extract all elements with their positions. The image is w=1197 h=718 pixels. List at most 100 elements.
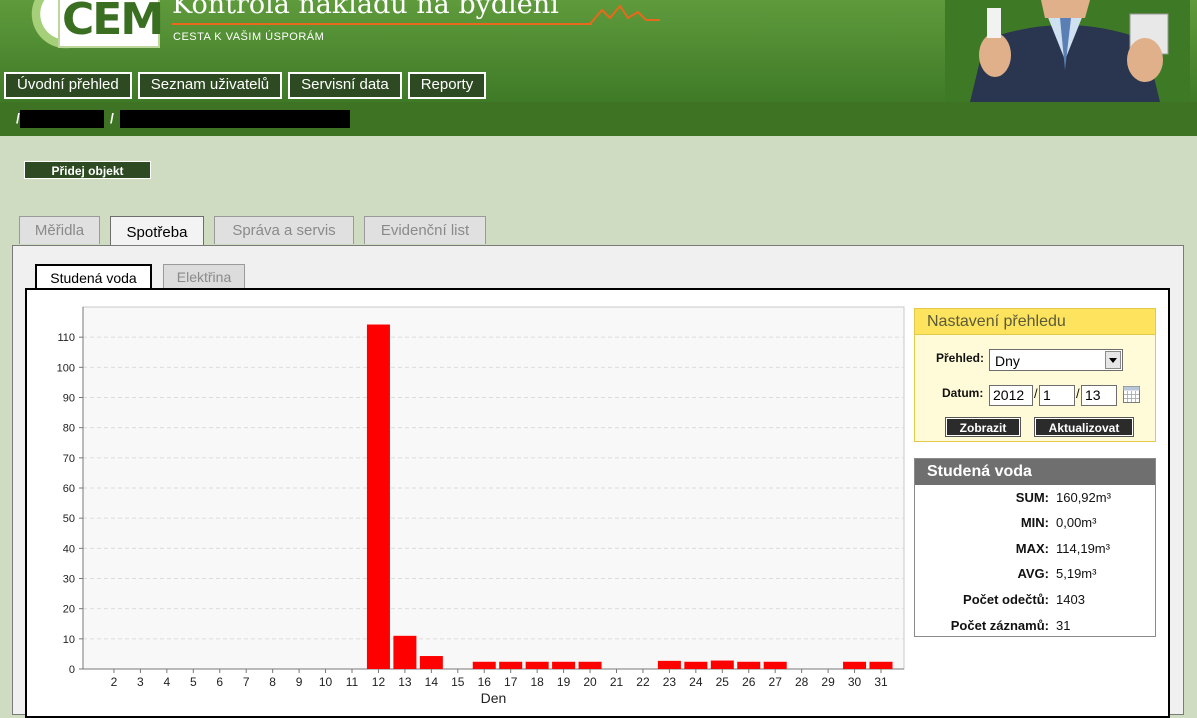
refresh-button[interactable]: Aktualizovat — [1034, 417, 1134, 437]
nav-users[interactable]: Seznam uživatelů — [137, 72, 283, 99]
x-tick-label: 31 — [874, 675, 888, 689]
x-tick-label: 25 — [716, 675, 730, 689]
stats-panel: Studená voda SUM: 160,92m³ MIN: 0,00m³ M… — [914, 458, 1156, 637]
nav-reports[interactable]: Reporty — [407, 72, 487, 99]
y-tick-label: 0 — [69, 664, 75, 676]
tab-register[interactable]: Evidenční list — [364, 216, 486, 244]
x-tick-label: 19 — [557, 675, 571, 689]
x-tick-label: 7 — [243, 675, 250, 689]
breadcrumb-link-redacted[interactable] — [120, 110, 350, 128]
bar — [763, 661, 787, 669]
x-tick-label: 5 — [190, 675, 197, 689]
bar — [657, 660, 681, 669]
tab-meters[interactable]: Měřidla — [19, 216, 100, 244]
title-underline — [172, 23, 592, 25]
overview-select-value: Dny — [995, 353, 1020, 369]
nav-service-data[interactable]: Servisní data — [288, 72, 402, 99]
y-tick-label: 80 — [63, 423, 75, 435]
stat-row-readings: Počet odečtů: 1403 — [915, 592, 1155, 612]
x-tick-label: 9 — [296, 675, 303, 689]
tab-consumption[interactable]: Spotřeba — [110, 216, 204, 247]
x-tick-label: 30 — [848, 675, 862, 689]
bar — [737, 661, 761, 669]
stat-value: 1403 — [1056, 592, 1085, 607]
y-tick-label: 70 — [63, 453, 75, 465]
calendar-icon[interactable] — [1123, 386, 1140, 403]
stat-row-min: MIN: 0,00m³ — [915, 515, 1155, 535]
overview-label: Přehled: — [936, 351, 985, 365]
x-tick-label: 16 — [478, 675, 492, 689]
subtab-cold-water[interactable]: Studená voda — [35, 264, 152, 291]
app-title: Kontrola nákladů na bydlení — [172, 0, 559, 20]
subtab-electricity[interactable]: Elektřina — [163, 264, 245, 288]
bar — [393, 635, 417, 669]
x-tick-label: 26 — [742, 675, 756, 689]
bar — [419, 656, 443, 669]
settings-panel: Nastavení přehledu Přehled: Dny Datum: 2… — [914, 308, 1156, 442]
month-input[interactable]: 1 — [1039, 385, 1075, 406]
bar — [710, 660, 734, 669]
bar — [843, 661, 867, 669]
breadcrumb: / / — [0, 102, 1197, 136]
x-tick-label: 12 — [372, 675, 386, 689]
date-label: Datum: — [942, 386, 984, 400]
x-tick-label: 13 — [398, 675, 412, 689]
add-object-button[interactable]: Přidej objekt — [24, 161, 151, 179]
stat-label: MIN: — [1020, 515, 1049, 530]
x-tick-label: 11 — [346, 675, 359, 689]
stat-row-avg: AVG: 5,19m³ — [915, 566, 1155, 586]
stat-label: Počet záznamů: — [950, 618, 1049, 633]
x-tick-label: 14 — [425, 675, 439, 689]
x-tick-label: 15 — [451, 675, 465, 689]
stats-title: Studená voda — [915, 459, 1155, 485]
stat-value: 5,19m³ — [1056, 566, 1097, 581]
x-tick-label: 18 — [530, 675, 544, 689]
nav-overview[interactable]: Úvodní přehled — [4, 72, 132, 99]
day-input[interactable]: 13 — [1081, 385, 1117, 406]
x-tick-label: 3 — [137, 675, 144, 689]
main-nav: Úvodní přehled Seznam uživatelů Servisní… — [4, 72, 487, 99]
y-tick-label: 90 — [63, 393, 75, 405]
y-tick-label: 50 — [63, 513, 75, 525]
breadcrumb-link-redacted[interactable] — [20, 110, 104, 128]
logo-text: CEM — [62, 0, 164, 45]
businessman-illustration — [945, 0, 1190, 102]
date-separator: / — [1076, 386, 1080, 401]
stat-value: 160,92m³ — [1056, 490, 1111, 505]
y-tick-label: 10 — [63, 634, 75, 646]
x-tick-label: 21 — [610, 675, 624, 689]
bar — [684, 661, 708, 669]
y-tick-label: 30 — [63, 574, 75, 586]
show-button[interactable]: Zobrazit — [945, 417, 1021, 437]
year-input[interactable]: 2012 — [989, 385, 1033, 406]
stat-value: 0,00m³ — [1056, 515, 1097, 530]
x-axis-label: Den — [481, 690, 507, 706]
x-tick-label: 28 — [795, 675, 809, 689]
x-tick-label: 17 — [504, 675, 518, 689]
x-tick-label: 23 — [663, 675, 677, 689]
stat-row-sum: SUM: 160,92m³ — [915, 490, 1155, 510]
x-tick-label: 29 — [821, 675, 835, 689]
y-tick-label: 60 — [63, 483, 75, 495]
y-tick-label: 40 — [63, 543, 75, 555]
x-tick-label: 27 — [769, 675, 783, 689]
x-tick-label: 2 — [111, 675, 118, 689]
consumption-bar-chart: 01020304050607080901001102 3 4 5 6 7 8 9 10 11 12 1… — [57, 306, 905, 706]
x-tick-label: 22 — [636, 675, 650, 689]
bar — [366, 324, 390, 669]
stat-label: MAX: — [1015, 541, 1049, 556]
bar — [552, 661, 576, 669]
tab-service[interactable]: Správa a servis — [214, 216, 354, 244]
x-tick-label: 6 — [216, 675, 223, 689]
breadcrumb-separator: / — [110, 110, 114, 126]
app-subtitle: CESTA K VAŠIM ÚSPORÁM — [173, 31, 325, 43]
bar — [499, 661, 523, 669]
overview-select[interactable]: Dny — [989, 349, 1123, 371]
logo[interactable]: CEM — [0, 0, 165, 54]
x-tick-label: 20 — [583, 675, 597, 689]
stat-row-max: MAX: 114,19m³ — [915, 541, 1155, 561]
bar — [578, 661, 602, 669]
chevron-down-icon[interactable] — [1105, 351, 1121, 369]
stat-row-records: Počet záznamů: 31 — [915, 618, 1155, 638]
stat-value: 114,19m³ — [1056, 541, 1110, 556]
